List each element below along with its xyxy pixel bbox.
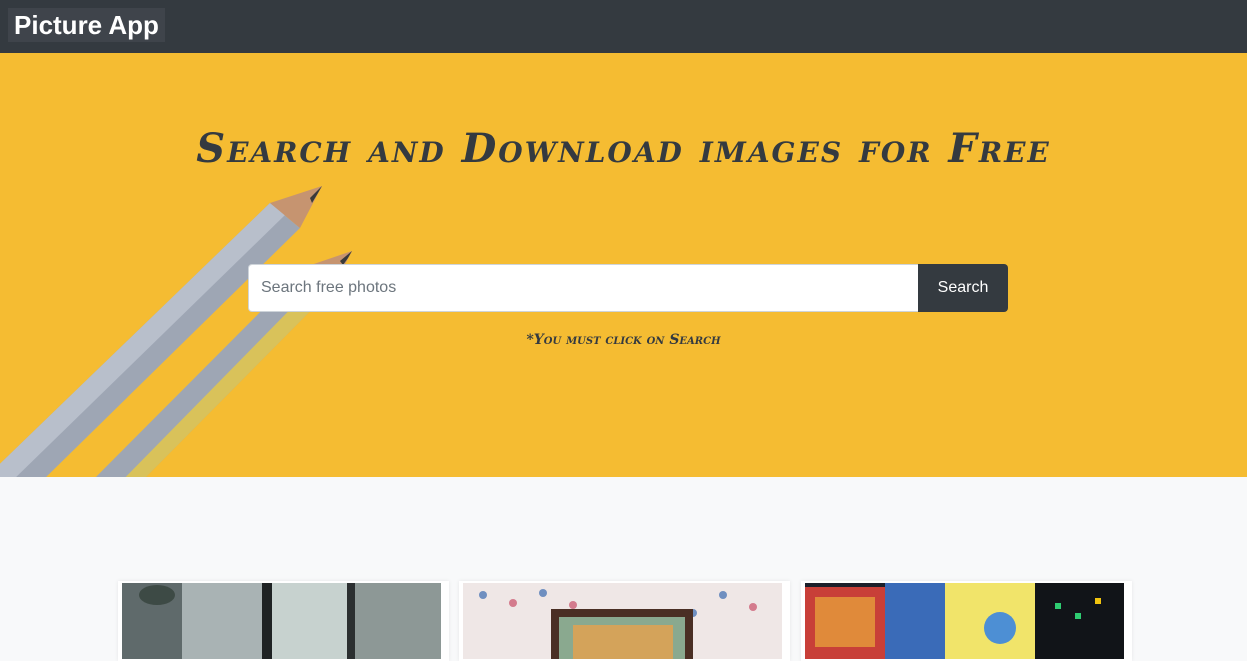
framed-painting-photo <box>463 583 782 659</box>
hero-section: Search and Download images for Free Sear… <box>0 53 1247 477</box>
image-card[interactable] <box>459 581 790 661</box>
hero-title: Search and Download images for Free <box>196 125 1051 172</box>
search-input[interactable] <box>248 264 918 312</box>
brand-logo-link[interactable]: Picture App <box>8 8 165 42</box>
image-card[interactable] <box>118 581 449 661</box>
search-bar: Search <box>248 264 1008 312</box>
city-billboards-photo <box>805 583 1124 659</box>
search-hint: *You must click on Search <box>526 332 721 348</box>
image-gallery <box>0 477 1247 661</box>
image-card[interactable] <box>801 581 1132 661</box>
search-button[interactable]: Search <box>918 264 1008 312</box>
navbar: Picture App <box>0 0 1247 53</box>
window-interior-photo <box>122 583 441 659</box>
